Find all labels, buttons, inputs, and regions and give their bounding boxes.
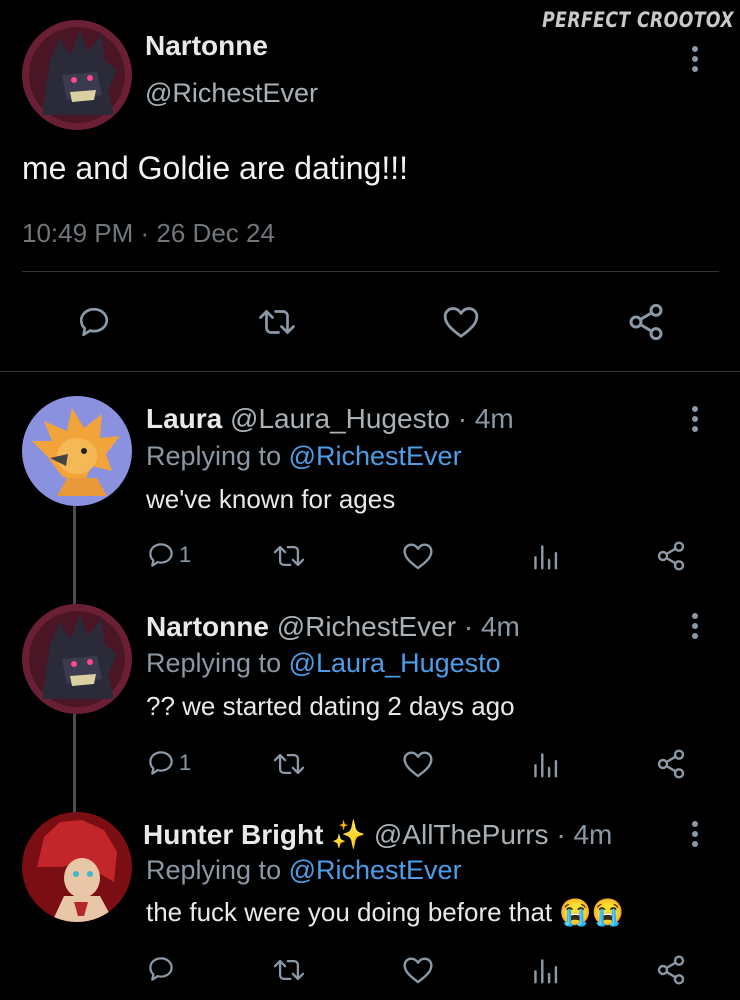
- reply-action-share[interactable]: [655, 540, 687, 572]
- avatar-nartonne[interactable]: [22, 20, 132, 130]
- reply-action-views[interactable]: [531, 749, 559, 779]
- main-retweet-icon[interactable]: [256, 305, 298, 344]
- crying-emoji: 😭😭: [559, 897, 625, 927]
- replying-to-label: Replying to: [146, 648, 282, 678]
- reply-count: 1: [179, 750, 192, 775]
- reply-icon: [149, 957, 173, 981]
- share-icon: [657, 955, 685, 985]
- main-tweet-author-handle[interactable]: @RichestEver: [145, 78, 318, 109]
- main-share-icon[interactable]: [626, 302, 666, 347]
- heart-icon: [403, 957, 433, 984]
- replying-to: Replying to @Laura_Hugesto: [146, 648, 501, 679]
- replying-to-label: Replying to: [146, 441, 282, 471]
- main-reply-icon[interactable]: [76, 304, 112, 345]
- reply-action-views[interactable]: [531, 541, 559, 571]
- reply-action-reply[interactable]: [146, 954, 179, 984]
- reply-time: 4m: [474, 403, 514, 434]
- reply-action-retweet[interactable]: [271, 956, 307, 984]
- reply-action-share[interactable]: [655, 954, 687, 986]
- reply-action-share[interactable]: [655, 748, 687, 780]
- reply-more-icon[interactable]: [691, 406, 699, 432]
- reply-text: the fuck were you doing before that 😭😭: [146, 897, 624, 928]
- thread-line: [73, 506, 76, 606]
- replying-to: Replying to @RichestEver: [146, 441, 462, 472]
- reply-author-handle[interactable]: @RichestEver: [277, 611, 456, 642]
- heart-icon: [403, 543, 433, 570]
- reply-icon: [149, 751, 173, 775]
- share-icon: [657, 541, 685, 571]
- reply-action-like[interactable]: [402, 749, 434, 779]
- avatar-laura[interactable]: [22, 396, 132, 506]
- reply-more-icon[interactable]: [691, 613, 699, 639]
- reply-author-name[interactable]: Hunter Bright: [143, 819, 323, 850]
- replying-to-mention[interactable]: @RichestEver: [289, 855, 462, 885]
- main-tweet-text: me and Goldie are dating!!!: [22, 150, 409, 186]
- reply-separator: ·: [556, 819, 566, 850]
- main-like-icon[interactable]: [442, 304, 480, 345]
- reply-action-retweet[interactable]: [271, 750, 307, 778]
- replying-to: Replying to @RichestEver: [146, 855, 462, 886]
- sparkles-emoji: ✨: [331, 819, 367, 850]
- replying-to-mention[interactable]: @RichestEver: [289, 441, 462, 471]
- avatar-hunter-bright[interactable]: [22, 812, 132, 922]
- replying-to-label: Replying to: [146, 855, 282, 885]
- main-tweet-divider: [22, 271, 719, 272]
- reply-more-icon[interactable]: [691, 821, 699, 847]
- reply-action-reply[interactable]: 1: [146, 540, 191, 570]
- reply-action-like[interactable]: [402, 541, 434, 571]
- retweet-icon: [273, 753, 305, 775]
- reply-count: 1: [179, 542, 192, 567]
- reply-author-name[interactable]: Nartonne: [146, 611, 269, 642]
- heart-icon: [403, 751, 433, 778]
- reply-action-like[interactable]: [402, 955, 434, 985]
- reply-action-views[interactable]: [531, 955, 559, 985]
- main-tweet-timestamp: 10:49 PM · 26 Dec 24: [22, 218, 275, 248]
- reply-separator: ·: [457, 403, 468, 434]
- reply-text: ?? we started dating 2 days ago: [146, 691, 515, 721]
- views-icon: [534, 753, 558, 778]
- reply-action-reply[interactable]: 1: [146, 748, 191, 778]
- reply-author-handle[interactable]: @Laura_Hugesto: [230, 403, 450, 434]
- reply-header: Nartonne @RichestEver · 4m: [146, 611, 520, 643]
- main-tweet-author-name[interactable]: Nartonne: [145, 30, 268, 62]
- reply-separator: ·: [463, 611, 474, 642]
- reply-text-body: the fuck were you doing before that: [146, 897, 553, 927]
- reply-author-handle[interactable]: @AllThePurrs: [374, 819, 549, 850]
- thread-line: [73, 714, 76, 814]
- reply-text: we've known for ages: [146, 484, 396, 514]
- avatar-nartonne[interactable]: [22, 604, 132, 714]
- reply-action-retweet[interactable]: [271, 542, 307, 570]
- reply-time: 4m: [573, 819, 613, 850]
- share-icon: [657, 749, 685, 779]
- reply-header: Hunter Bright ✨ @AllThePurrs · 4m: [143, 818, 612, 851]
- retweet-icon: [273, 959, 305, 981]
- retweet-icon: [273, 545, 305, 567]
- reply-header: Laura @Laura_Hugesto · 4m: [146, 403, 514, 435]
- reply-icon: [149, 543, 173, 567]
- watermark: PERFECT CROOTOX: [542, 8, 734, 32]
- reply-time: 4m: [480, 611, 520, 642]
- reply-author-name[interactable]: Laura: [146, 403, 222, 434]
- views-icon: [534, 545, 558, 570]
- main-actions-divider: [0, 371, 740, 372]
- replying-to-mention[interactable]: @Laura_Hugesto: [289, 648, 501, 678]
- views-icon: [534, 959, 558, 984]
- main-tweet-more-icon[interactable]: [691, 46, 699, 72]
